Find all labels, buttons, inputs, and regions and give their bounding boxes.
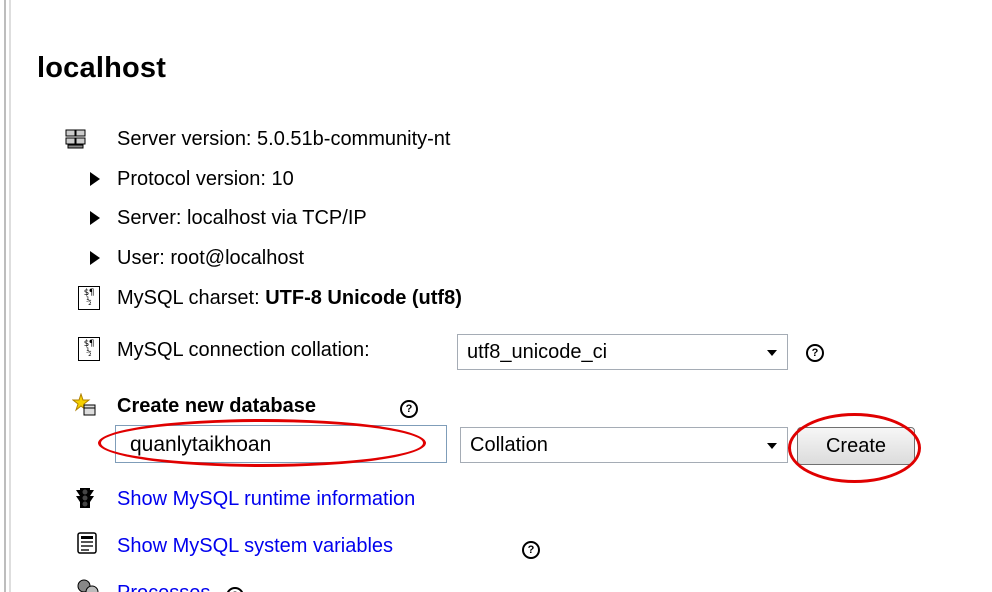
charset-icon: $¶ ½ [78,286,100,310]
runtime-info-link[interactable]: Show MySQL runtime information [117,488,415,511]
database-name-value: quanlytaikhoan [130,433,272,456]
help-icon[interactable]: ? [226,587,244,592]
new-database-icon [72,393,98,419]
connection-collation-value: utf8_unicode_ci [467,341,608,363]
charset-text: MySQL charset: UTF-8 Unicode (utf8) [117,287,462,310]
bullet-triangle-icon [90,211,100,225]
bullet-triangle-icon [90,172,100,186]
chevron-down-icon [767,350,777,356]
system-variables-link[interactable]: Show MySQL system variables [117,535,393,558]
left-frame-border-inner [9,0,11,592]
page-title: localhost [37,52,167,84]
create-button[interactable]: Create [797,427,915,465]
user-text: User: root@localhost [117,247,305,269]
charset-icon: $¶ ½ [78,337,100,361]
help-icon[interactable]: ? [522,541,540,559]
database-collation-select[interactable]: Collation [460,427,788,463]
collation-label: MySQL connection collation: [117,339,370,361]
help-icon[interactable]: ? [400,400,418,418]
charset-label: MySQL charset: [117,287,266,309]
server-version-text: Server version: 5.0.51b-community-nt [117,128,451,150]
connection-collation-select[interactable]: utf8_unicode_ci [457,334,788,370]
bullet-triangle-icon [90,251,100,265]
variables-icon [77,532,97,554]
database-name-input[interactable]: quanlytaikhoan [115,425,447,463]
help-icon[interactable]: ? [806,344,824,362]
server-info-text: Server: localhost via TCP/IP [117,207,367,229]
processes-icon [76,578,100,592]
left-frame-border [4,0,6,592]
charset-value: UTF-8 Unicode (utf8) [265,287,462,309]
server-icon [64,127,88,151]
create-db-heading: Create new database [117,395,316,417]
chevron-down-icon [767,443,777,449]
traffic-light-icon [74,486,96,510]
protocol-version-text: Protocol version: 10 [117,168,294,190]
processes-link[interactable]: Processes [117,582,210,592]
database-collation-value: Collation [470,434,548,456]
